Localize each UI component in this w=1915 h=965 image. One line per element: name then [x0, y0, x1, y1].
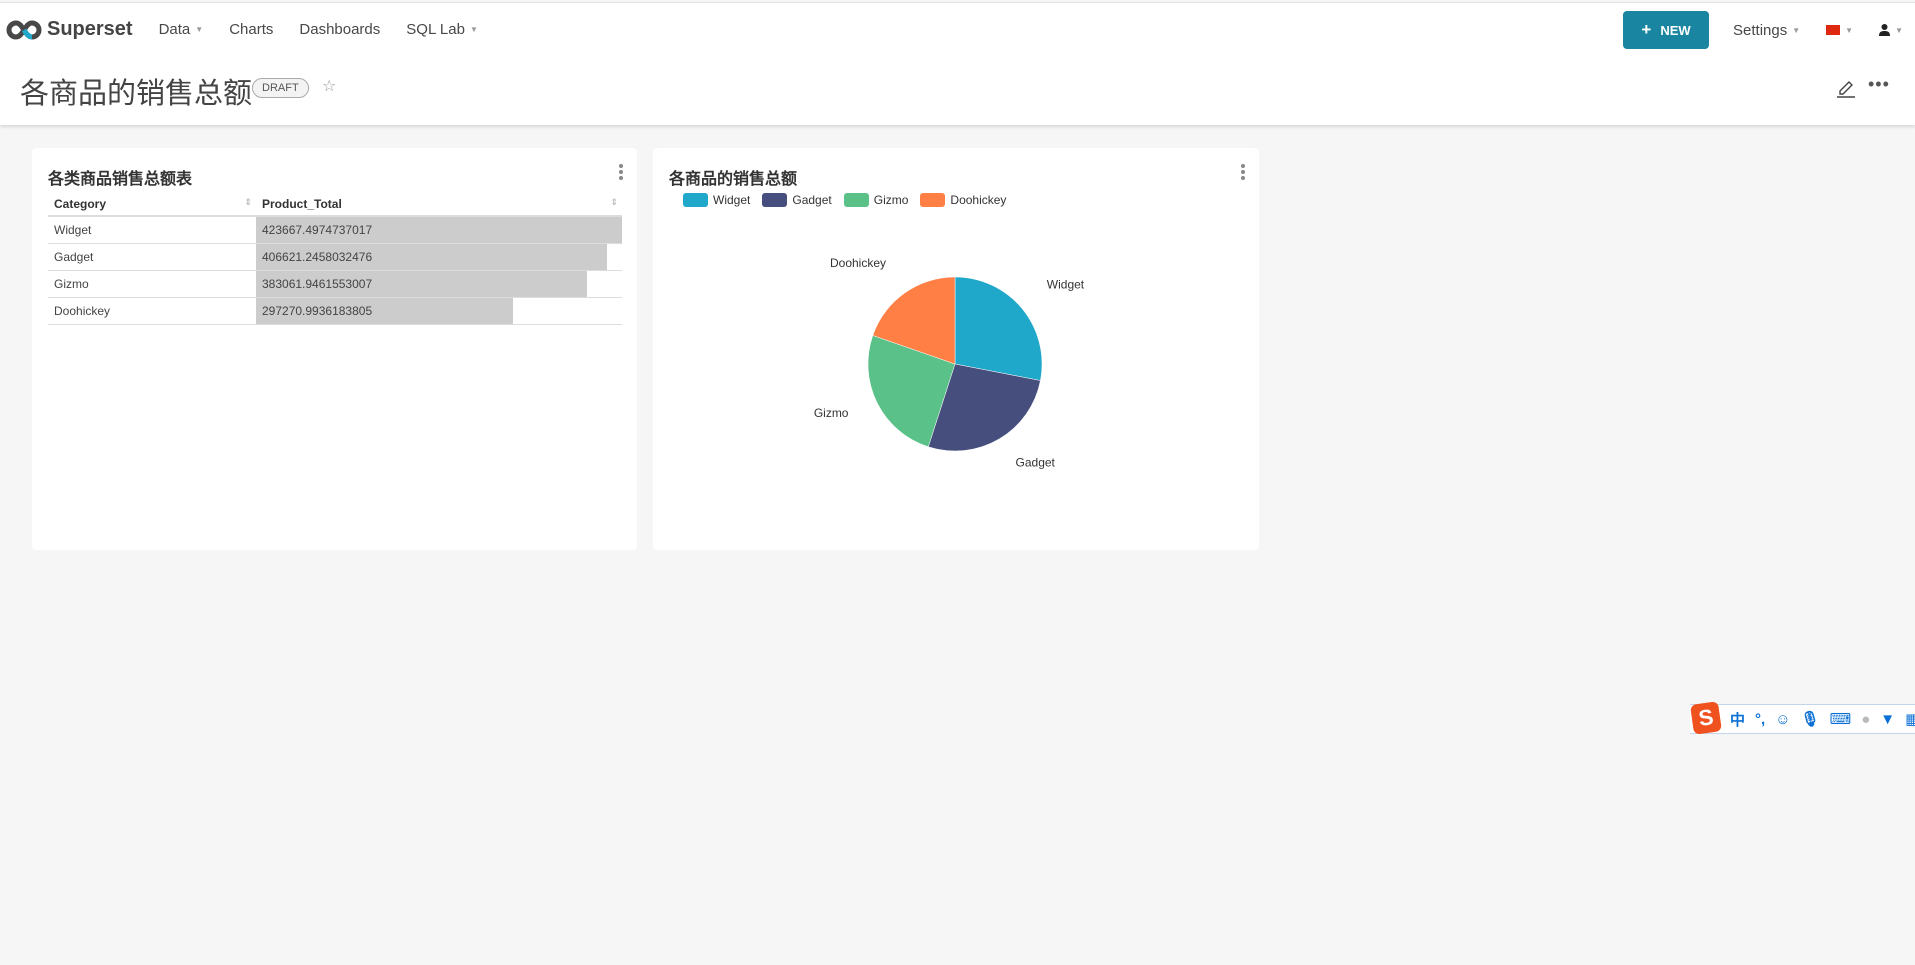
cell-product-total: 383061.9461553007	[256, 270, 622, 298]
draft-badge: DRAFT	[252, 78, 309, 98]
edit-pencil-icon[interactable]	[1836, 76, 1856, 98]
nav-label: Data	[158, 21, 191, 38]
sort-icon[interactable]: ⇕	[244, 197, 252, 208]
nav-label: Dashboards	[299, 21, 381, 38]
dashboard-title[interactable]: 各商品的销售总额	[20, 70, 252, 112]
pie-label: Gizmo	[814, 406, 849, 420]
chart-title: 各类商品销售总额表	[48, 171, 193, 188]
dashboard-header: 各商品的销售总额 DRAFT ☆ •••	[0, 56, 1915, 125]
infinity-logo-icon	[6, 19, 42, 40]
sort-icon[interactable]: ⇕	[610, 197, 618, 208]
nav-sql-lab[interactable]: SQL Lab ▼	[406, 21, 478, 38]
user-card-icon[interactable]: ●	[1861, 711, 1870, 728]
table-row: Gizmo 383061.9461553007	[48, 270, 622, 298]
ime-punctuation[interactable]: °,	[1755, 711, 1765, 728]
brand-name: Superset	[47, 18, 133, 40]
skin-shirt-icon[interactable]: ▼	[1880, 711, 1895, 728]
pie-chart: Widget Gadget Gizmo Doohickey	[814, 256, 1085, 469]
new-label: NEW	[1660, 22, 1691, 38]
cell-value: 423667.4974737017	[262, 222, 373, 237]
microphone-icon[interactable]: 🎙	[1801, 710, 1820, 728]
favorite-star-icon[interactable]: ☆	[322, 76, 336, 96]
user-icon	[1879, 24, 1891, 36]
pie-label: Gadget	[1016, 455, 1056, 469]
chart-menu-icon[interactable]	[619, 164, 623, 182]
header-label: Product_Total	[262, 196, 342, 211]
emoji-icon[interactable]: ☺	[1775, 711, 1790, 728]
table-row: Widget 423667.4974737017	[48, 216, 622, 244]
header-label: Category	[54, 196, 107, 211]
column-header-product-total[interactable]: Product_Total ⇕	[256, 192, 622, 217]
cell-product-total: 406621.2458032476	[256, 243, 622, 271]
cell-category: Gizmo	[48, 270, 256, 298]
data-table: Category ⇕ Product_Total ⇕ Widget 423667.49…	[48, 192, 622, 325]
cell-category: Gadget	[48, 243, 256, 271]
pie-label: Doohickey	[830, 256, 886, 270]
table-row: Gadget 406621.2458032476	[48, 243, 622, 271]
sogou-logo-icon[interactable]: S	[1690, 701, 1722, 735]
caret-down-icon: ▼	[195, 25, 204, 34]
plus-icon: +	[1641, 20, 1652, 39]
table-row: Doohickey 297270.9936183805	[48, 297, 622, 325]
new-button[interactable]: + NEW	[1623, 11, 1710, 49]
language-menu[interactable]: ▼	[1826, 25, 1853, 35]
cell-category: Doohickey	[48, 297, 256, 325]
top-nav: Superset Data ▼ Charts Dashboards SQL Lab…	[0, 2, 1915, 56]
table-chart-card: 各类商品销售总额表 Category ⇕ Product_Total ⇕ Widge…	[32, 148, 637, 550]
apps-grid-icon[interactable]: ▦	[1905, 710, 1915, 728]
pie-chart-card: 各商品的销售总额 Widget Gadget Gizmo Doohickey Widg…	[653, 148, 1259, 550]
user-menu[interactable]: ▼	[1879, 24, 1903, 36]
china-flag-icon	[1826, 25, 1841, 35]
cell-product-total: 297270.9936183805	[256, 297, 622, 325]
cell-value: 406621.2458032476	[262, 249, 373, 264]
settings-label: Settings	[1733, 21, 1788, 39]
keyboard-icon[interactable]: ⌨	[1830, 710, 1852, 728]
cell-value: 297270.9936183805	[262, 303, 373, 318]
pie-slice-widget[interactable]	[954, 276, 1043, 381]
more-options-icon[interactable]: •••	[1868, 74, 1890, 95]
nav-dashboards[interactable]: Dashboards	[299, 21, 380, 38]
ime-chinese-mode[interactable]: 中	[1730, 709, 1745, 730]
caret-down-icon: ▼	[1792, 25, 1801, 35]
caret-down-icon: ▼	[469, 25, 478, 34]
cell-category: Widget	[48, 216, 256, 244]
settings-menu[interactable]: Settings ▼	[1733, 22, 1800, 39]
nav-charts[interactable]: Charts	[229, 21, 273, 38]
cell-product-total: 423667.4974737017	[256, 216, 622, 244]
caret-down-icon: ▼	[1895, 25, 1903, 35]
column-header-category[interactable]: Category ⇕	[48, 192, 256, 217]
ime-toolbar: 中 °, ☺ 🎙 ⌨ ● ▼ ▦	[1690, 704, 1915, 734]
pie-label: Widget	[1047, 277, 1085, 291]
cell-value: 383061.9461553007	[262, 276, 373, 291]
superset-logo[interactable]: Superset	[6, 18, 133, 41]
nav-data[interactable]: Data ▼	[159, 21, 204, 38]
caret-down-icon: ▼	[1845, 25, 1854, 35]
nav-label: Charts	[229, 21, 274, 38]
nav-label: SQL Lab	[406, 21, 465, 38]
